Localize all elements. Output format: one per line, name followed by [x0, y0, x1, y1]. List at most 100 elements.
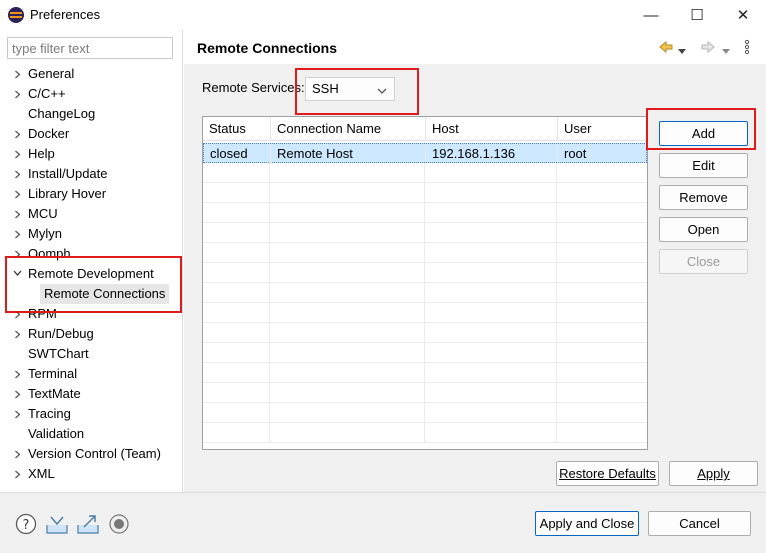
view-menu-icon[interactable]	[744, 39, 750, 55]
chevron-right-icon[interactable]	[12, 404, 22, 424]
filter-input[interactable]: type filter text	[7, 37, 173, 59]
maximize-button[interactable]: ☐	[674, 0, 720, 30]
chevron-right-icon[interactable]	[12, 224, 22, 244]
tree-item-c-c[interactable]: C/C++	[0, 84, 183, 104]
tree-item-label: Install/Update	[28, 166, 108, 181]
tree-item-label: Validation	[28, 426, 85, 441]
close-connection-button[interactable]: Close	[659, 249, 748, 274]
tree-item-version-control-team[interactable]: Version Control (Team)	[0, 444, 183, 464]
empty-table-row	[203, 243, 647, 263]
empty-table-row	[203, 423, 647, 443]
chevron-right-icon[interactable]	[12, 444, 22, 464]
chevron-right-icon[interactable]	[12, 464, 22, 484]
chevron-down-icon[interactable]	[12, 264, 22, 284]
forward-arrow-icon[interactable]	[700, 39, 716, 55]
tree-item-tracing[interactable]: Tracing	[0, 404, 183, 424]
cancel-button[interactable]: Cancel	[648, 511, 751, 536]
empty-cell	[425, 343, 557, 363]
minimize-button[interactable]: —	[628, 0, 674, 30]
export-icon[interactable]	[76, 513, 99, 535]
edit-button[interactable]: Edit	[659, 153, 748, 178]
remote-services-select[interactable]: SSH	[305, 77, 395, 101]
apply-and-close-button[interactable]: Apply and Close	[535, 511, 639, 536]
empty-cell	[425, 203, 557, 223]
column-header-user[interactable]: User	[558, 117, 647, 141]
connections-table[interactable]: Status Connection Name Host User closed …	[202, 116, 648, 450]
cell-user: root	[564, 146, 587, 161]
record-icon[interactable]	[108, 513, 130, 535]
empty-cell	[203, 363, 270, 383]
empty-table-row	[203, 223, 647, 243]
empty-cell	[425, 323, 557, 343]
column-header-host[interactable]: Host	[426, 117, 558, 141]
forward-dropdown-icon[interactable]	[722, 43, 730, 59]
help-icon[interactable]: ?	[15, 513, 37, 535]
apply-button[interactable]: Apply	[669, 461, 758, 486]
remote-services-label: Remote Services:	[202, 80, 305, 95]
add-button[interactable]: Add	[659, 121, 748, 146]
empty-table-row	[203, 263, 647, 283]
chevron-right-icon[interactable]	[12, 64, 22, 84]
chevron-right-icon[interactable]	[12, 144, 22, 164]
chevron-right-icon[interactable]	[12, 364, 22, 384]
tree-item-label: C/C++	[28, 86, 66, 101]
empty-cell	[425, 423, 557, 443]
chevron-right-icon[interactable]	[12, 384, 22, 404]
tree-item-library-hover[interactable]: Library Hover	[0, 184, 183, 204]
empty-cell	[425, 363, 557, 383]
empty-cell	[425, 403, 557, 423]
tree-item-install-update[interactable]: Install/Update	[0, 164, 183, 184]
chevron-right-icon[interactable]	[12, 324, 22, 344]
empty-cell	[425, 163, 557, 183]
tree-item-docker[interactable]: Docker	[0, 124, 183, 144]
tree-item-textmate[interactable]: TextMate	[0, 384, 183, 404]
empty-table-row	[203, 363, 647, 383]
empty-cell	[270, 203, 425, 223]
svg-text:?: ?	[23, 518, 30, 533]
tree-item-mylyn[interactable]: Mylyn	[0, 224, 183, 244]
tree-item-rpm[interactable]: RPM	[0, 304, 183, 324]
import-icon[interactable]	[45, 513, 68, 535]
chevron-right-icon[interactable]	[12, 304, 22, 324]
tree-item-general[interactable]: General	[0, 64, 183, 84]
chevron-right-icon[interactable]	[12, 164, 22, 184]
close-window-button[interactable]: ✕	[720, 0, 766, 30]
tree-item-swtchart[interactable]: SWTChart	[0, 344, 183, 364]
empty-cell	[425, 383, 557, 403]
preference-page: Remote Connections Remote Services: SSH …	[184, 30, 766, 492]
tree-item-run-debug[interactable]: Run/Debug	[0, 324, 183, 344]
back-dropdown-icon[interactable]	[678, 43, 686, 59]
open-button[interactable]: Open	[659, 217, 748, 242]
empty-cell	[270, 323, 425, 343]
dialog-footer: ? Apply and Close Cancel	[0, 492, 766, 553]
tree-item-remote-connections[interactable]: Remote Connections	[0, 284, 183, 304]
empty-table-row	[203, 383, 647, 403]
tree-item-oomph[interactable]: Oomph	[0, 244, 183, 264]
tree-item-terminal[interactable]: Terminal	[0, 364, 183, 384]
empty-cell	[203, 283, 270, 303]
window-title: Preferences	[30, 7, 101, 22]
chevron-right-icon[interactable]	[12, 204, 22, 224]
tree-item-validation[interactable]: Validation	[0, 424, 183, 444]
empty-table-row	[203, 323, 647, 343]
tree-item-mcu[interactable]: MCU	[0, 204, 183, 224]
column-header-connection-name[interactable]: Connection Name	[271, 117, 426, 141]
table-row[interactable]: closed Remote Host 192.168.1.136 root	[203, 143, 647, 164]
chevron-right-icon[interactable]	[12, 184, 22, 204]
tree-item-xml[interactable]: XML	[0, 464, 183, 484]
tree-item-changelog[interactable]: ChangeLog	[0, 104, 183, 124]
empty-cell	[557, 203, 645, 223]
column-header-status[interactable]: Status	[203, 117, 271, 141]
tree-item-help[interactable]: Help	[0, 144, 183, 164]
remove-button[interactable]: Remove	[659, 185, 748, 210]
tree-item-remote-development[interactable]: Remote Development	[0, 264, 183, 284]
empty-cell	[270, 403, 425, 423]
chevron-right-icon[interactable]	[12, 244, 22, 264]
restore-defaults-button[interactable]: Restore Defaults	[556, 461, 659, 486]
back-arrow-icon[interactable]	[658, 39, 674, 55]
empty-cell	[270, 163, 425, 183]
chevron-right-icon[interactable]	[12, 124, 22, 144]
empty-cell	[557, 403, 645, 423]
chevron-right-icon[interactable]	[12, 84, 22, 104]
empty-table-row	[203, 163, 647, 183]
